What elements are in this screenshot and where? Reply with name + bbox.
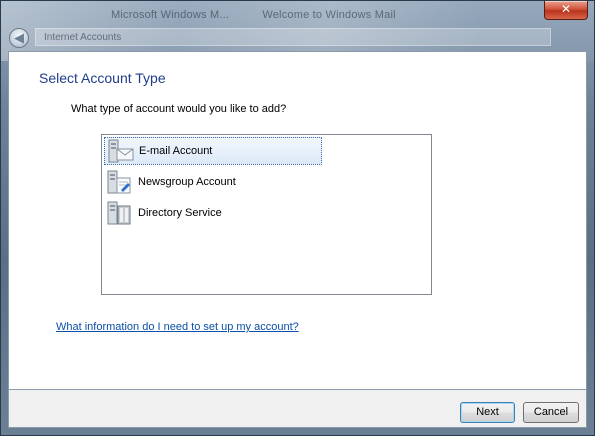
ghost-tab-2: Welcome to Windows Mail [262,9,396,21]
list-item-newsgroup-account[interactable]: Newsgroup Account [104,168,236,196]
close-button[interactable]: ✕ [544,1,588,20]
wizard-button-bar: Next Cancel [8,390,587,428]
list-item-label: E-mail Account [139,145,213,157]
account-help-link[interactable]: What information do I need to set up my … [56,321,299,333]
account-type-list[interactable]: E-mail Account Newsgroup Account Directo… [101,134,432,295]
back-arrow-icon: ◀ [14,30,24,45]
directory-service-icon [106,200,134,226]
email-account-icon [107,138,135,164]
list-item-label: Newsgroup Account [138,176,236,188]
account-type-prompt: What type of account would you like to a… [71,103,287,115]
background-window-titles: Microsoft Windows M... Welcome to Window… [111,9,426,21]
wizard-content: Select Account Type What type of account… [8,51,587,390]
list-item-label: Directory Service [138,207,222,219]
page-title: Select Account Type [39,70,166,86]
list-item-email-account[interactable]: E-mail Account [104,137,322,165]
next-button[interactable]: Next [460,402,515,423]
wizard-caption: Internet Accounts [35,28,551,46]
back-button[interactable]: ◀ [9,28,29,48]
list-item-directory-service[interactable]: Directory Service [104,199,222,227]
close-icon: ✕ [560,2,572,16]
cancel-button[interactable]: Cancel [523,402,579,423]
newsgroup-account-icon [106,169,134,195]
ghost-tab-1: Microsoft Windows M... [111,9,230,21]
